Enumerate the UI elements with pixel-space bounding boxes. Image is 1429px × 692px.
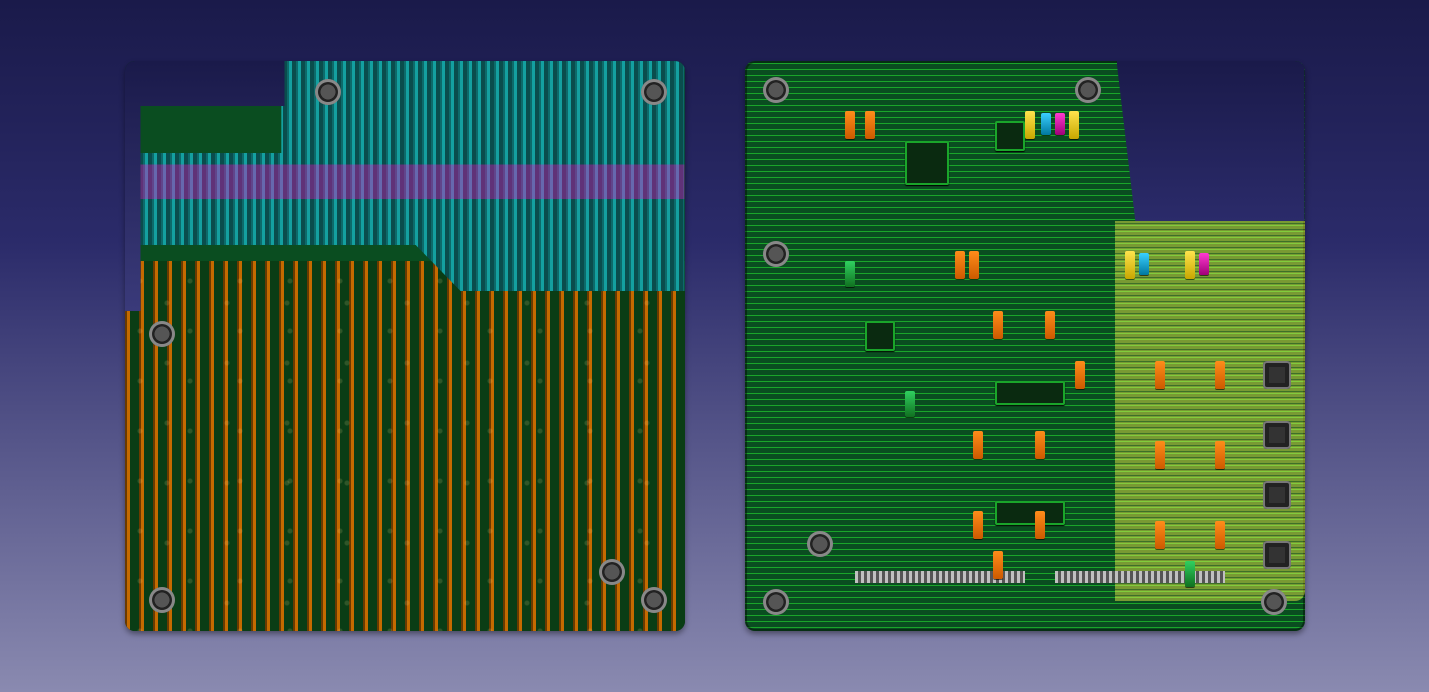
ic-chip bbox=[995, 381, 1065, 405]
mounting-hole-icon bbox=[149, 587, 175, 613]
tactile-switch bbox=[1263, 421, 1291, 449]
smd-resistor bbox=[993, 311, 1003, 339]
smd-resistor bbox=[1215, 361, 1225, 389]
right-board-outline-notch bbox=[1117, 61, 1305, 221]
smd-resistor bbox=[1125, 251, 1135, 279]
smd-resistor bbox=[1199, 253, 1209, 275]
mounting-hole-icon bbox=[149, 321, 175, 347]
tactile-switch bbox=[1263, 481, 1291, 509]
smd-resistor bbox=[1075, 361, 1085, 389]
ic-chip bbox=[995, 121, 1025, 151]
mounting-hole-icon bbox=[807, 531, 833, 557]
mounting-hole-icon bbox=[1261, 589, 1287, 615]
pcb-board-right[interactable] bbox=[745, 61, 1305, 631]
smd-resistor bbox=[1215, 521, 1225, 549]
smd-resistor bbox=[1215, 441, 1225, 469]
smd-resistor bbox=[1155, 441, 1165, 469]
smd-resistor bbox=[1139, 253, 1149, 275]
tactile-switch bbox=[1263, 541, 1291, 569]
mounting-hole-icon bbox=[1075, 77, 1101, 103]
tactile-switch bbox=[1263, 361, 1291, 389]
mounting-hole-icon bbox=[763, 241, 789, 267]
smd-resistor bbox=[969, 251, 979, 279]
pcb-board-left[interactable] bbox=[125, 61, 685, 631]
smd-resistor bbox=[1055, 113, 1065, 135]
mounting-hole-icon bbox=[641, 587, 667, 613]
ic-chip bbox=[995, 501, 1065, 525]
smd-resistor bbox=[1041, 113, 1051, 135]
smd-resistor bbox=[955, 251, 965, 279]
mounting-hole-icon bbox=[763, 77, 789, 103]
smd-resistor bbox=[845, 111, 855, 139]
smd-resistor bbox=[1045, 311, 1055, 339]
ic-chip bbox=[865, 321, 895, 351]
mounting-hole-icon bbox=[315, 79, 341, 105]
mounting-hole-icon bbox=[599, 559, 625, 585]
mounting-hole-icon bbox=[763, 589, 789, 615]
smd-resistor bbox=[1155, 521, 1165, 549]
smd-resistor bbox=[1185, 251, 1195, 279]
smd-resistor bbox=[865, 111, 875, 139]
pcb-3d-viewport[interactable] bbox=[0, 0, 1429, 692]
smd-resistor bbox=[1035, 431, 1045, 459]
smd-resistor bbox=[905, 391, 915, 417]
connector bbox=[1055, 571, 1225, 583]
smd-resistor bbox=[1035, 511, 1045, 539]
smd-resistor bbox=[1185, 561, 1195, 587]
smd-resistor bbox=[1155, 361, 1165, 389]
smd-resistor bbox=[973, 431, 983, 459]
mounting-hole-icon bbox=[641, 79, 667, 105]
smd-resistor bbox=[993, 551, 1003, 579]
smd-resistor bbox=[1025, 111, 1035, 139]
smd-resistor bbox=[845, 261, 855, 287]
smd-resistor bbox=[973, 511, 983, 539]
ic-chip bbox=[905, 141, 949, 185]
smd-resistor bbox=[1069, 111, 1079, 139]
